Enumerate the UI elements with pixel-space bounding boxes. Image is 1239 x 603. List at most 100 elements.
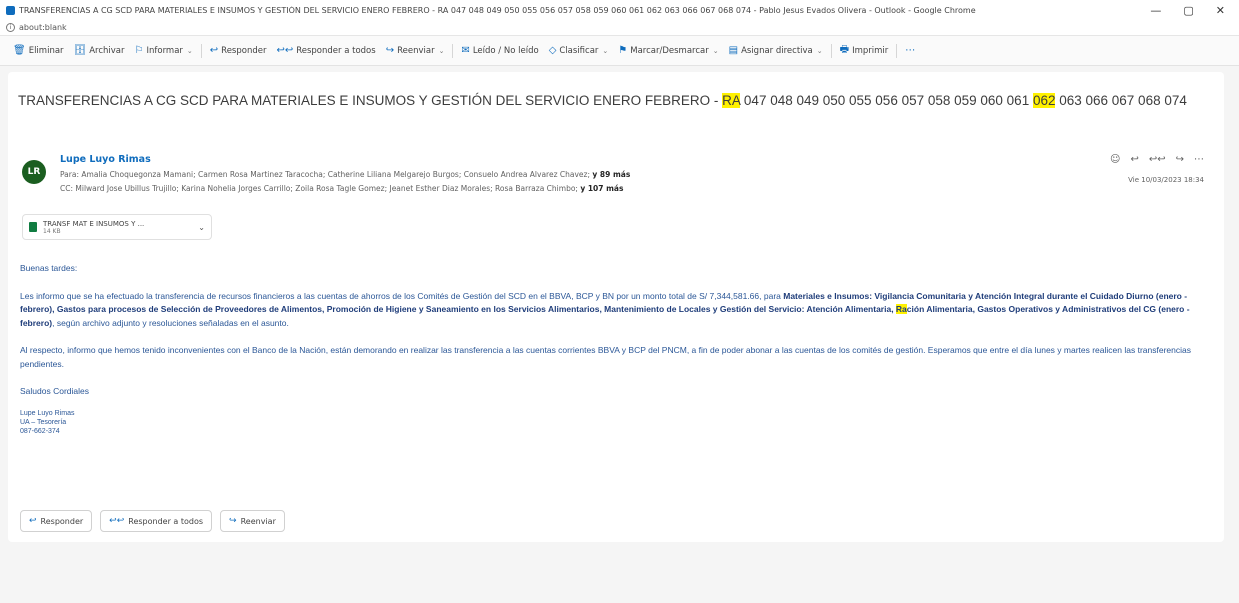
chevron-down-icon[interactable]: ⌄	[602, 47, 608, 55]
reply-label: Responder	[40, 516, 84, 526]
subject-text: 063 066 067 068 074	[1055, 93, 1187, 108]
toolbar-divider	[452, 43, 454, 58]
subject-text: TRANSFERENCIAS A CG SCD PARA MATERIALES …	[18, 93, 723, 108]
forward-icon: ↪	[229, 516, 237, 526]
forward-button[interactable]: ↪ Reenviar	[220, 510, 285, 532]
message-actions: ☺ ↩ ↩↩ ↪ ⋯	[1110, 154, 1204, 165]
more-actions-button[interactable]: ⋯	[900, 42, 920, 59]
message-header: LR Lupe Luyo Rimas Para: Amalia Choquego…	[22, 154, 1212, 204]
report-label: Informar	[146, 45, 183, 56]
reply-all-button[interactable]: ↩↩ Responder a todos	[271, 42, 380, 59]
forward-icon: ↪	[385, 45, 395, 56]
greeting: Buenas tardes:	[20, 263, 78, 273]
to-list[interactable]: Amalia Choquegonza Mamani; Carmen Rosa M…	[81, 170, 590, 179]
reply-icon: ↩	[209, 45, 219, 56]
reply-all-label: Responder a todos	[296, 45, 376, 56]
reply-label: Responder	[221, 45, 267, 56]
forward-label: Reenviar	[240, 516, 276, 526]
archive-label: Archivar	[89, 45, 125, 56]
read-unread-button[interactable]: ✉ Leído / No leído	[456, 42, 543, 59]
delete-button[interactable]: 🗑 Eliminar	[8, 42, 69, 59]
trash-icon: 🗑	[13, 45, 26, 56]
signature-name: Lupe Luyo Rimas	[20, 409, 75, 417]
toolbar-divider	[200, 43, 202, 58]
email-subject: TRANSFERENCIAS A CG SCD PARA MATERIALES …	[18, 90, 1208, 112]
reply-all-icon: ↩↩	[109, 516, 125, 526]
reply-icon[interactable]: ↩	[1130, 154, 1138, 165]
categorize-label: Clasificar	[559, 45, 599, 56]
maximize-button[interactable]: ▢	[1183, 4, 1193, 17]
body-paragraph-1: Les informo que se ha efectuado la trans…	[20, 290, 1216, 331]
sender-name[interactable]: Lupe Luyo Rimas	[60, 154, 151, 165]
chevron-down-icon[interactable]: ⌄	[439, 47, 445, 55]
subject-text: 047 048 049 050 055 056 057 058 059 060 …	[740, 93, 1033, 108]
closing: Saludos Cordiales	[20, 386, 89, 396]
archive-icon: 🗄	[73, 45, 87, 56]
print-label: Imprimir	[852, 45, 889, 56]
assign-policy-label: Asignar directiva	[741, 45, 813, 56]
attachment-card[interactable]: TRANSF MAT E INSUMOS Y ... 14 KB ⌄	[22, 214, 212, 240]
email-body: Buenas tardes: Les informo que se ha efe…	[20, 262, 1216, 436]
forward-button[interactable]: ↪ Reenviar ⌄	[381, 42, 450, 59]
toolbar-divider	[896, 43, 898, 58]
message-date: Vie 10/03/2023 18:34	[1128, 176, 1204, 184]
reading-pane: TRANSFERENCIAS A CG SCD PARA MATERIALES …	[8, 72, 1224, 542]
report-button[interactable]: ⚐ Informar ⌄	[130, 42, 198, 59]
cc-more-link[interactable]: y 107 más	[580, 184, 623, 193]
policy-icon: ▤	[728, 45, 739, 56]
reply-all-label: Responder a todos	[128, 516, 204, 526]
subject-highlight: RA	[722, 93, 741, 108]
body-paragraph-2: Al respecto, informo que hemos tenido in…	[20, 345, 1191, 369]
flag-label: Marcar/Desmarcar	[630, 45, 709, 56]
toolbar-divider	[830, 43, 832, 58]
address-bar[interactable]: i about:blank	[0, 20, 1239, 36]
avatar[interactable]: LR	[22, 160, 46, 184]
cc-list[interactable]: Milward Jose Ubillus Trujillo; Karina No…	[75, 184, 578, 193]
body-highlight: Ra	[895, 304, 907, 314]
flag-icon: ⚑	[618, 45, 628, 56]
reply-button[interactable]: ↩ Responder	[205, 42, 272, 59]
attachment-name: TRANSF MAT E INSUMOS Y ...	[43, 219, 145, 228]
reply-icon: ↩	[29, 516, 37, 526]
reply-all-button[interactable]: ↩↩ Responder a todos	[100, 510, 213, 532]
to-more-link[interactable]: y 89 más	[592, 170, 630, 179]
signature-ext: 087-662-374	[20, 427, 60, 435]
emoji-react-icon[interactable]: ☺	[1110, 154, 1120, 165]
reply-all-icon[interactable]: ↩↩	[1149, 154, 1166, 165]
categorize-button[interactable]: ◇ Clasificar ⌄	[544, 42, 614, 59]
more-icon: ⋯	[905, 45, 916, 56]
close-button[interactable]: ✕	[1216, 4, 1225, 17]
chevron-down-icon[interactable]: ⌄	[198, 223, 205, 232]
forward-icon[interactable]: ↪	[1176, 154, 1184, 165]
more-icon[interactable]: ⋯	[1194, 154, 1204, 165]
reply-button[interactable]: ↩ Responder	[20, 510, 93, 532]
attachment-info: TRANSF MAT E INSUMOS Y ... 14 KB	[43, 220, 144, 235]
assign-policy-button[interactable]: ▤ Asignar directiva ⌄	[724, 42, 828, 59]
delete-label: Eliminar	[28, 45, 64, 56]
chevron-down-icon[interactable]: ⌄	[187, 47, 193, 55]
browser-title-bar: TRANSFERENCIAS A CG SCD PARA MATERIALES …	[0, 0, 1239, 20]
body-text: Les informo que se ha efectuado la trans…	[20, 290, 784, 301]
outlook-favicon-icon	[6, 5, 15, 15]
read-unread-label: Leído / No leído	[472, 45, 539, 56]
print-button[interactable]: 🖶 Imprimir	[835, 39, 894, 62]
archive-button[interactable]: 🗄 Archivar	[69, 42, 130, 59]
flag-button[interactable]: ⚑ Marcar/Desmarcar ⌄	[613, 42, 723, 59]
window-title: TRANSFERENCIAS A CG SCD PARA MATERIALES …	[19, 5, 976, 15]
excel-file-icon	[29, 222, 37, 232]
envelope-icon: ✉	[461, 45, 470, 56]
cc-label: CC:	[60, 184, 74, 193]
url-text[interactable]: about:blank	[19, 23, 67, 32]
attachment-size: 14 KB	[43, 227, 61, 235]
body-text: , según archivo adjunto y resoluciones s…	[52, 317, 289, 328]
minimize-button[interactable]: —	[1150, 4, 1161, 17]
tag-icon: ◇	[548, 45, 557, 56]
chevron-down-icon[interactable]: ⌄	[713, 47, 719, 55]
reply-buttons: ↩ Responder ↩↩ Responder a todos ↪ Reenviar	[20, 510, 285, 532]
info-icon[interactable]: i	[6, 23, 15, 32]
subject-highlight: 062	[1032, 93, 1056, 108]
report-icon: ⚐	[134, 45, 144, 56]
printer-icon: 🖶	[839, 44, 850, 55]
chevron-down-icon[interactable]: ⌄	[817, 47, 823, 55]
signature-unit: UA – Tesorería	[20, 418, 67, 426]
